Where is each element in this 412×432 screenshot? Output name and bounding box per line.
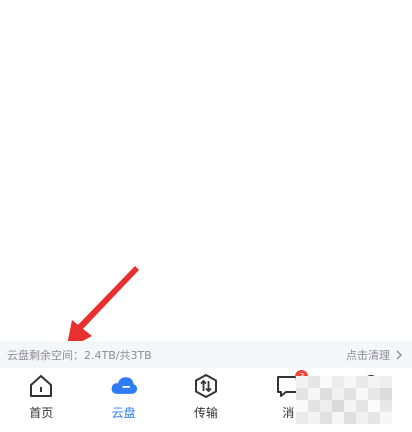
bottom-nav: 首页 云盘 传输 3 消 的 [0, 368, 412, 432]
home-icon [27, 372, 55, 400]
message-badge: 3 [295, 370, 309, 383]
nav-label-messages: 消 [282, 406, 295, 420]
nav-label-cloud: 云盘 [111, 406, 136, 420]
nav-item-home[interactable]: 首页 [0, 368, 82, 432]
clean-up-button[interactable]: 点击清理 [346, 347, 404, 363]
profile-icon [357, 372, 385, 400]
storage-info-bar: 云盘剩余空间：2.4TB/共3TB 点击清理 [0, 341, 412, 368]
message-icon: 3 [274, 370, 309, 400]
nav-label-home: 首页 [29, 406, 54, 420]
nav-item-profile[interactable]: 的 [330, 368, 412, 432]
clean-up-label: 点击清理 [346, 348, 390, 362]
nav-label-profile: 的 [364, 406, 377, 420]
nav-item-cloud[interactable]: 云盘 [82, 368, 164, 432]
chevron-right-icon [396, 350, 402, 359]
nav-item-transfer[interactable]: 传输 [165, 368, 247, 432]
cloud-icon [110, 372, 138, 400]
nav-item-messages[interactable]: 3 消 [247, 368, 329, 432]
nav-label-transfer: 传输 [194, 406, 219, 420]
transfer-icon [192, 372, 220, 400]
storage-space-text: 云盘剩余空间：2.4TB/共3TB [7, 348, 152, 362]
